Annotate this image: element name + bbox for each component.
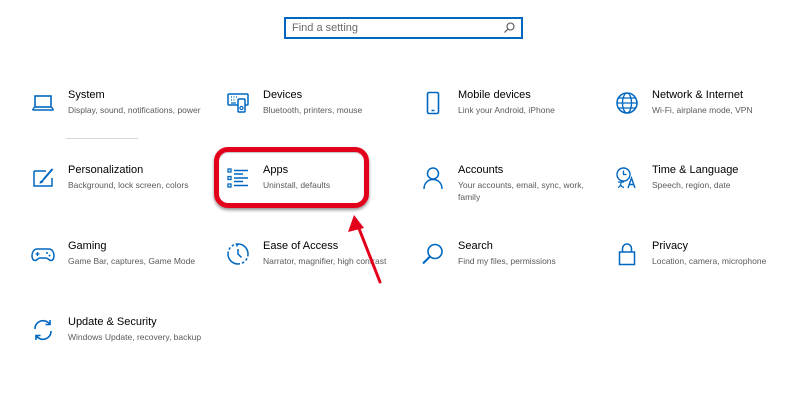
tile-accounts[interactable]: Accounts Your accounts, email, sync, wor… xyxy=(421,164,601,224)
tile-title: Personalization xyxy=(68,164,144,176)
search-box[interactable] xyxy=(284,17,523,39)
tile-gaming[interactable]: Gaming Game Bar, captures, Game Mode xyxy=(31,240,211,300)
tile-description: Your accounts, email, sync, work, family xyxy=(458,180,584,202)
tile-title: Network & Internet xyxy=(652,89,744,101)
tile-description: Bluetooth, printers, mouse xyxy=(263,105,363,115)
gamepad-icon xyxy=(31,242,55,266)
tile-description: Wi-Fi, airplane mode, VPN xyxy=(652,105,753,115)
tile-title: Privacy xyxy=(652,240,689,252)
tile-description: Game Bar, captures, Game Mode xyxy=(68,256,196,266)
tile-update-security[interactable]: Update & Security Windows Update, recove… xyxy=(31,316,211,376)
tile-title: Time & Language xyxy=(652,164,739,176)
tile-time-language[interactable]: Time & Language Speech, region, date xyxy=(615,164,795,224)
tile-search[interactable]: Search Find my files, permissions xyxy=(421,240,601,300)
tile-title: Ease of Access xyxy=(263,240,339,252)
time-language-icon xyxy=(615,166,639,190)
tile-title: Gaming xyxy=(68,240,107,252)
tile-mobile-devices[interactable]: Mobile devices Link your Android, iPhone xyxy=(421,89,601,149)
person-icon xyxy=(421,166,445,190)
tile-description: Link your Android, iPhone xyxy=(458,105,555,115)
arrow-annotation xyxy=(348,215,382,284)
paint-icon xyxy=(31,166,55,190)
sync-icon xyxy=(31,318,55,342)
lock-icon xyxy=(615,242,639,266)
tile-title: Search xyxy=(458,240,493,252)
search-input[interactable] xyxy=(286,19,502,37)
tile-title: Accounts xyxy=(458,164,504,176)
tile-privacy[interactable]: Privacy Location, camera, microphone xyxy=(615,240,795,300)
magnifier-icon xyxy=(421,242,445,266)
tile-personalization[interactable]: Personalization Background, lock screen,… xyxy=(31,164,211,224)
tile-description: Location, camera, microphone xyxy=(652,256,767,266)
laptop-icon xyxy=(31,91,55,115)
phone-icon xyxy=(421,91,445,115)
tile-title: Mobile devices xyxy=(458,89,531,101)
tile-title: Update & Security xyxy=(68,316,157,328)
tile-title: System xyxy=(68,89,105,101)
tile-network-internet[interactable]: Network & Internet Wi-Fi, airplane mode,… xyxy=(615,89,795,149)
tile-devices[interactable]: Devices Bluetooth, printers, mouse xyxy=(226,89,406,149)
devices-icon xyxy=(226,91,250,115)
tile-description: Windows Update, recovery, backup xyxy=(68,332,202,342)
tile-system[interactable]: System Display, sound, notifications, po… xyxy=(31,89,211,149)
highlight-annotation xyxy=(214,147,369,208)
tile-description: Find my files, permissions xyxy=(458,256,556,266)
search-icon[interactable] xyxy=(502,21,516,35)
tile-title: Devices xyxy=(263,89,303,101)
globe-icon xyxy=(615,91,639,115)
tile-description: Speech, region, date xyxy=(652,180,731,190)
tile-description: Display, sound, notifications, power xyxy=(68,105,201,115)
ease-of-access-icon xyxy=(226,242,250,266)
tile-description: Background, lock screen, colors xyxy=(68,180,189,190)
